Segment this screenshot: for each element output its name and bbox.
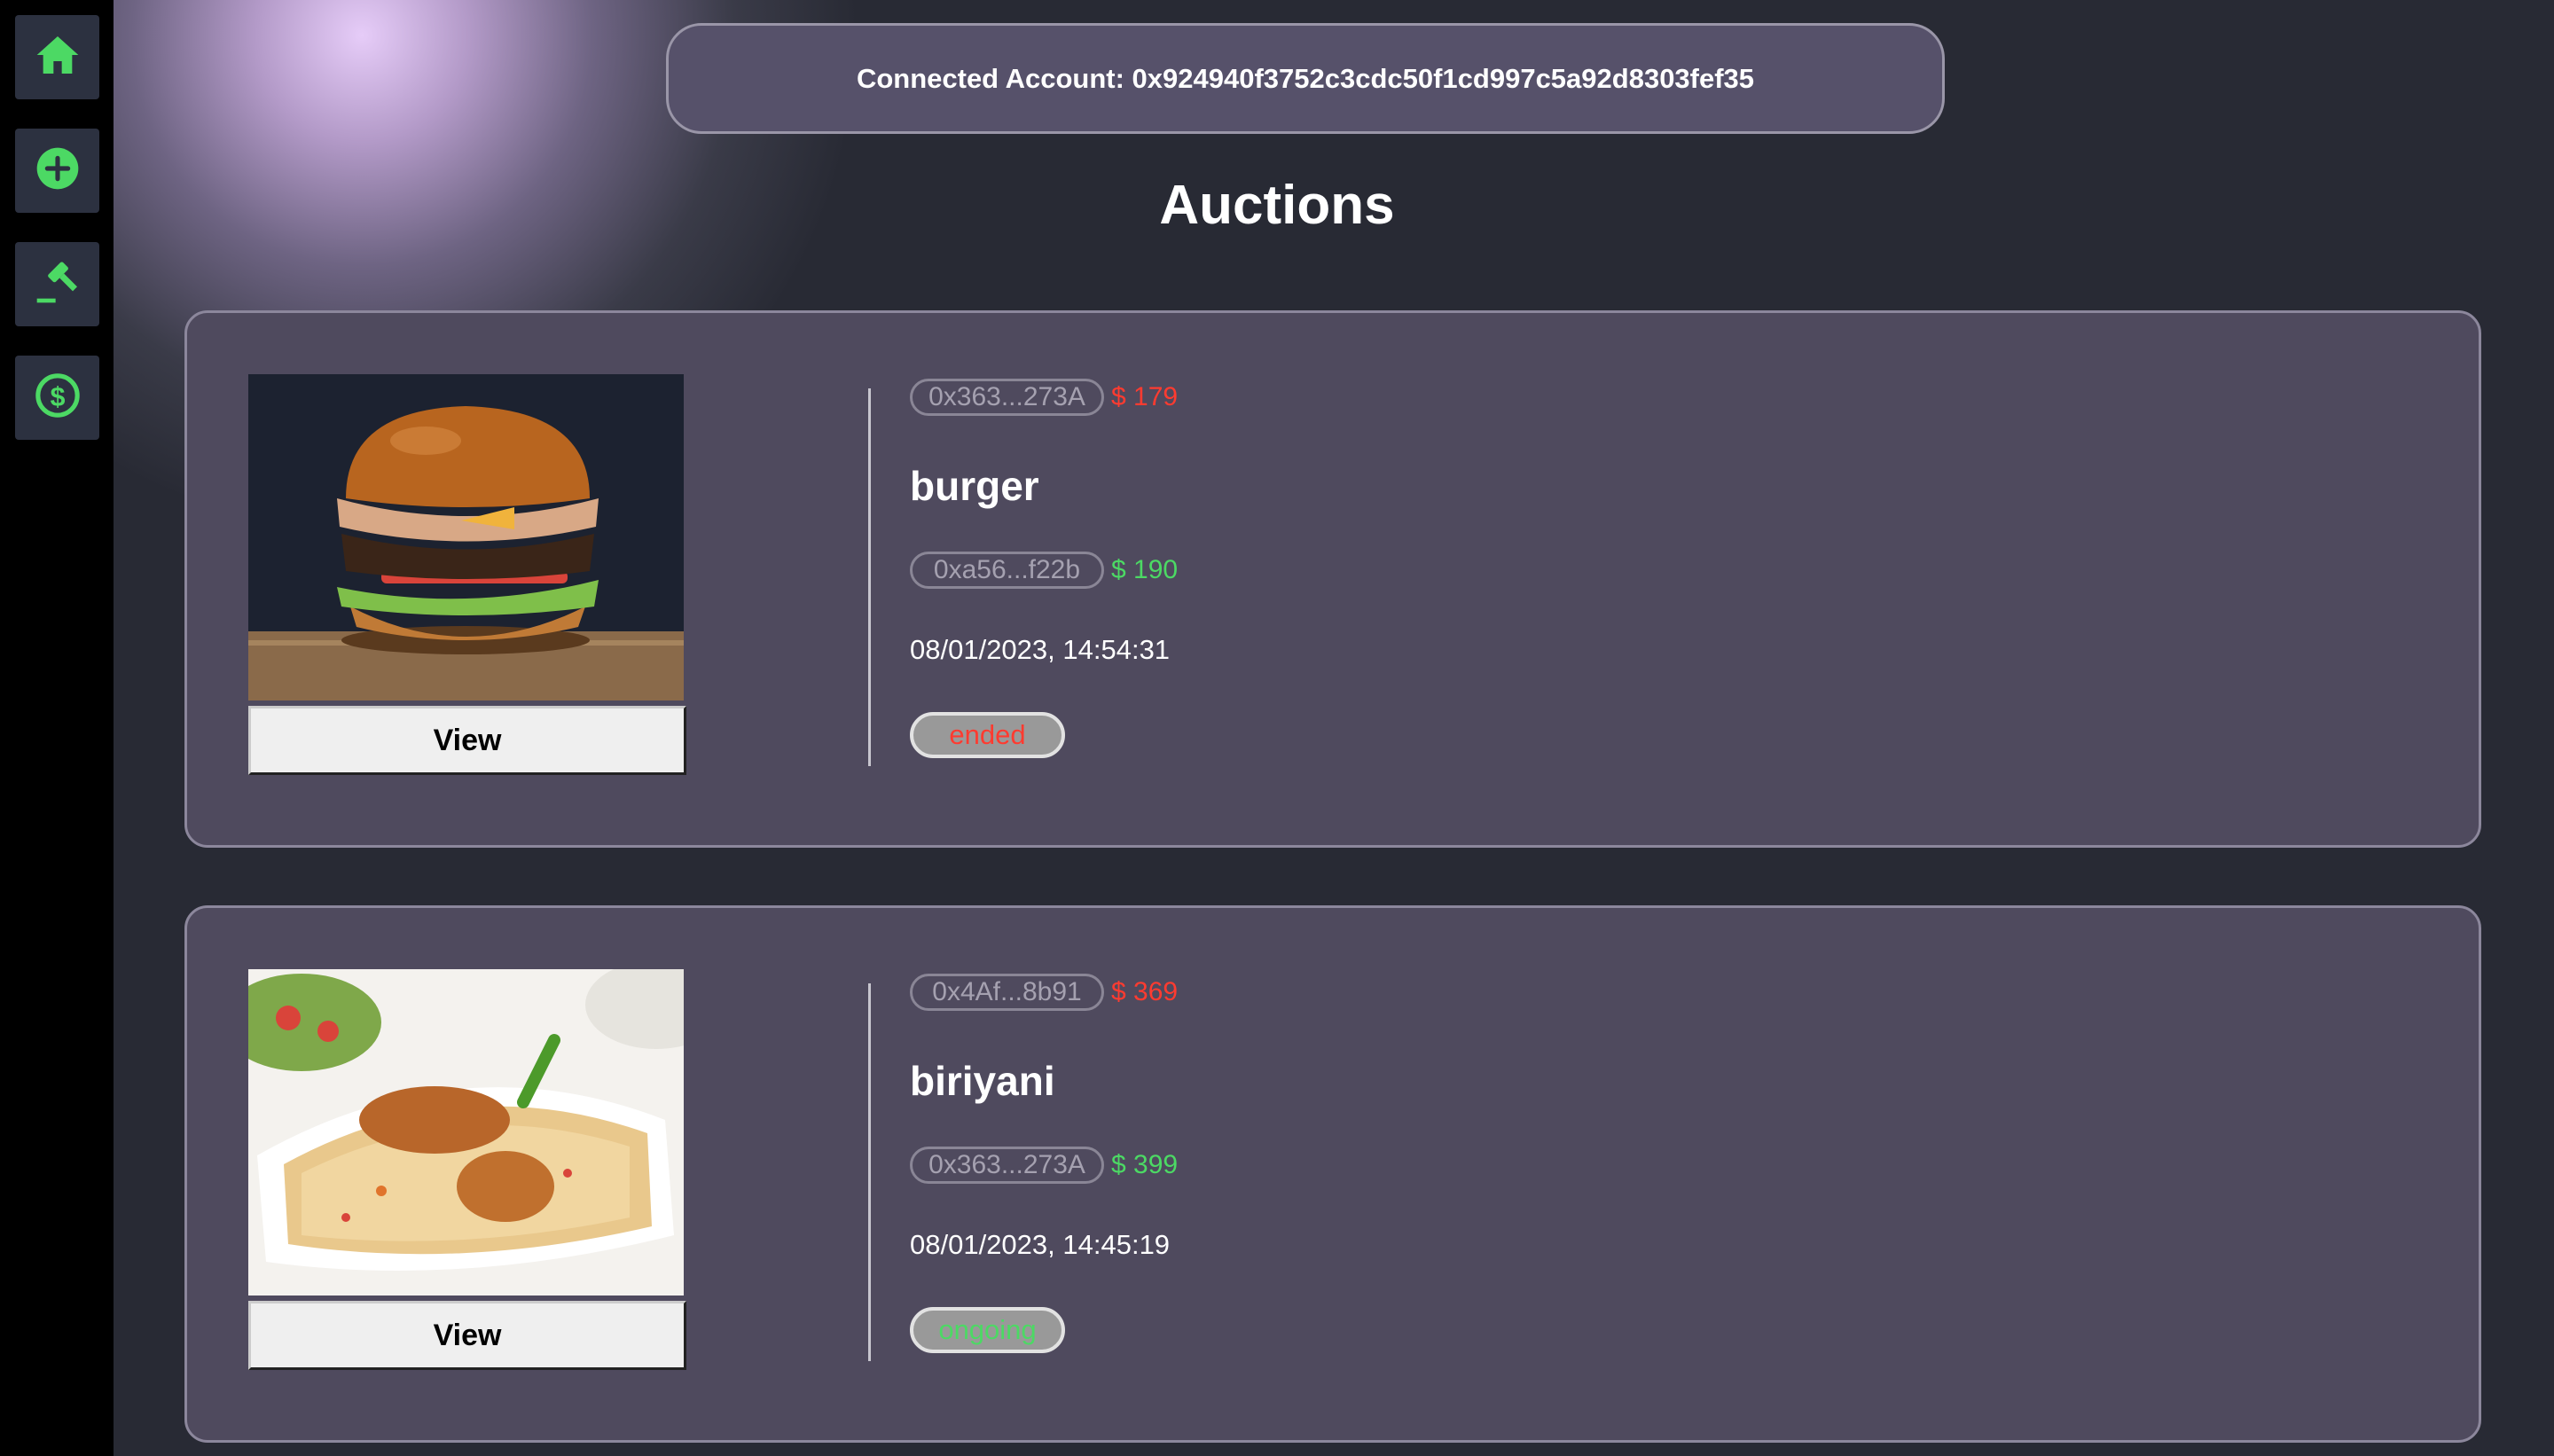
owner-address-badge: 0x363...273A <box>910 379 1104 416</box>
sidebar-item-create[interactable] <box>15 129 99 213</box>
starting-price: $ 179 <box>1111 382 1179 411</box>
home-icon <box>33 30 82 84</box>
card-divider <box>868 983 871 1361</box>
owner-row: 0x4Af...8b91 $ 369 <box>910 974 1178 1011</box>
view-button[interactable]: View <box>248 706 686 775</box>
auction-item-name: biriyani <box>910 1058 1055 1104</box>
status-badge: ongoing <box>910 1307 1065 1353</box>
sidebar-item-auctions[interactable] <box>15 242 99 326</box>
bidder-row: 0xa56...f22b $ 190 <box>910 552 1178 589</box>
status-badge: ended <box>910 712 1065 758</box>
bidder-row: 0x363...273A $ 399 <box>910 1147 1178 1184</box>
svg-text:$: $ <box>50 383 65 412</box>
main-content: Connected Account: 0x924940f3752c3cdc50f… <box>114 0 2554 1456</box>
sidebar: $ <box>0 0 114 1456</box>
auction-date: 08/01/2023, 14:54:31 <box>910 634 1171 665</box>
sidebar-item-home[interactable] <box>15 15 99 99</box>
bidder-address-badge: 0x363...273A <box>910 1147 1104 1184</box>
view-button[interactable]: View <box>248 1301 686 1370</box>
dollar-circle-icon: $ <box>33 371 82 425</box>
sidebar-item-bids[interactable]: $ <box>15 356 99 440</box>
auction-date: 08/01/2023, 14:45:19 <box>910 1229 1171 1260</box>
highest-bid: $ 190 <box>1111 555 1179 584</box>
bidder-address-badge: 0xa56...f22b <box>910 552 1104 589</box>
auction-card: View 0x363...273A $ 179 burger 0xa56...f… <box>184 310 2481 848</box>
auction-image-burger <box>248 374 684 701</box>
page-title: Auctions <box>1159 175 1395 236</box>
connected-account-text: Connected Account: 0x924940f3752c3cdc50f… <box>856 62 1755 94</box>
starting-price: $ 369 <box>1111 977 1179 1006</box>
gavel-icon <box>33 257 82 311</box>
owner-row: 0x363...273A $ 179 <box>910 379 1178 416</box>
plus-circle-icon <box>33 144 82 198</box>
auction-card: View 0x4Af...8b91 $ 369 biriyani 0x363..… <box>184 905 2481 1443</box>
auction-item-name: burger <box>910 463 1039 509</box>
auction-image-biriyani <box>248 969 684 1296</box>
owner-address-badge: 0x4Af...8b91 <box>910 974 1104 1011</box>
highest-bid: $ 399 <box>1111 1150 1179 1179</box>
card-divider <box>868 388 871 766</box>
connected-account-banner: Connected Account: 0x924940f3752c3cdc50f… <box>666 23 1945 134</box>
